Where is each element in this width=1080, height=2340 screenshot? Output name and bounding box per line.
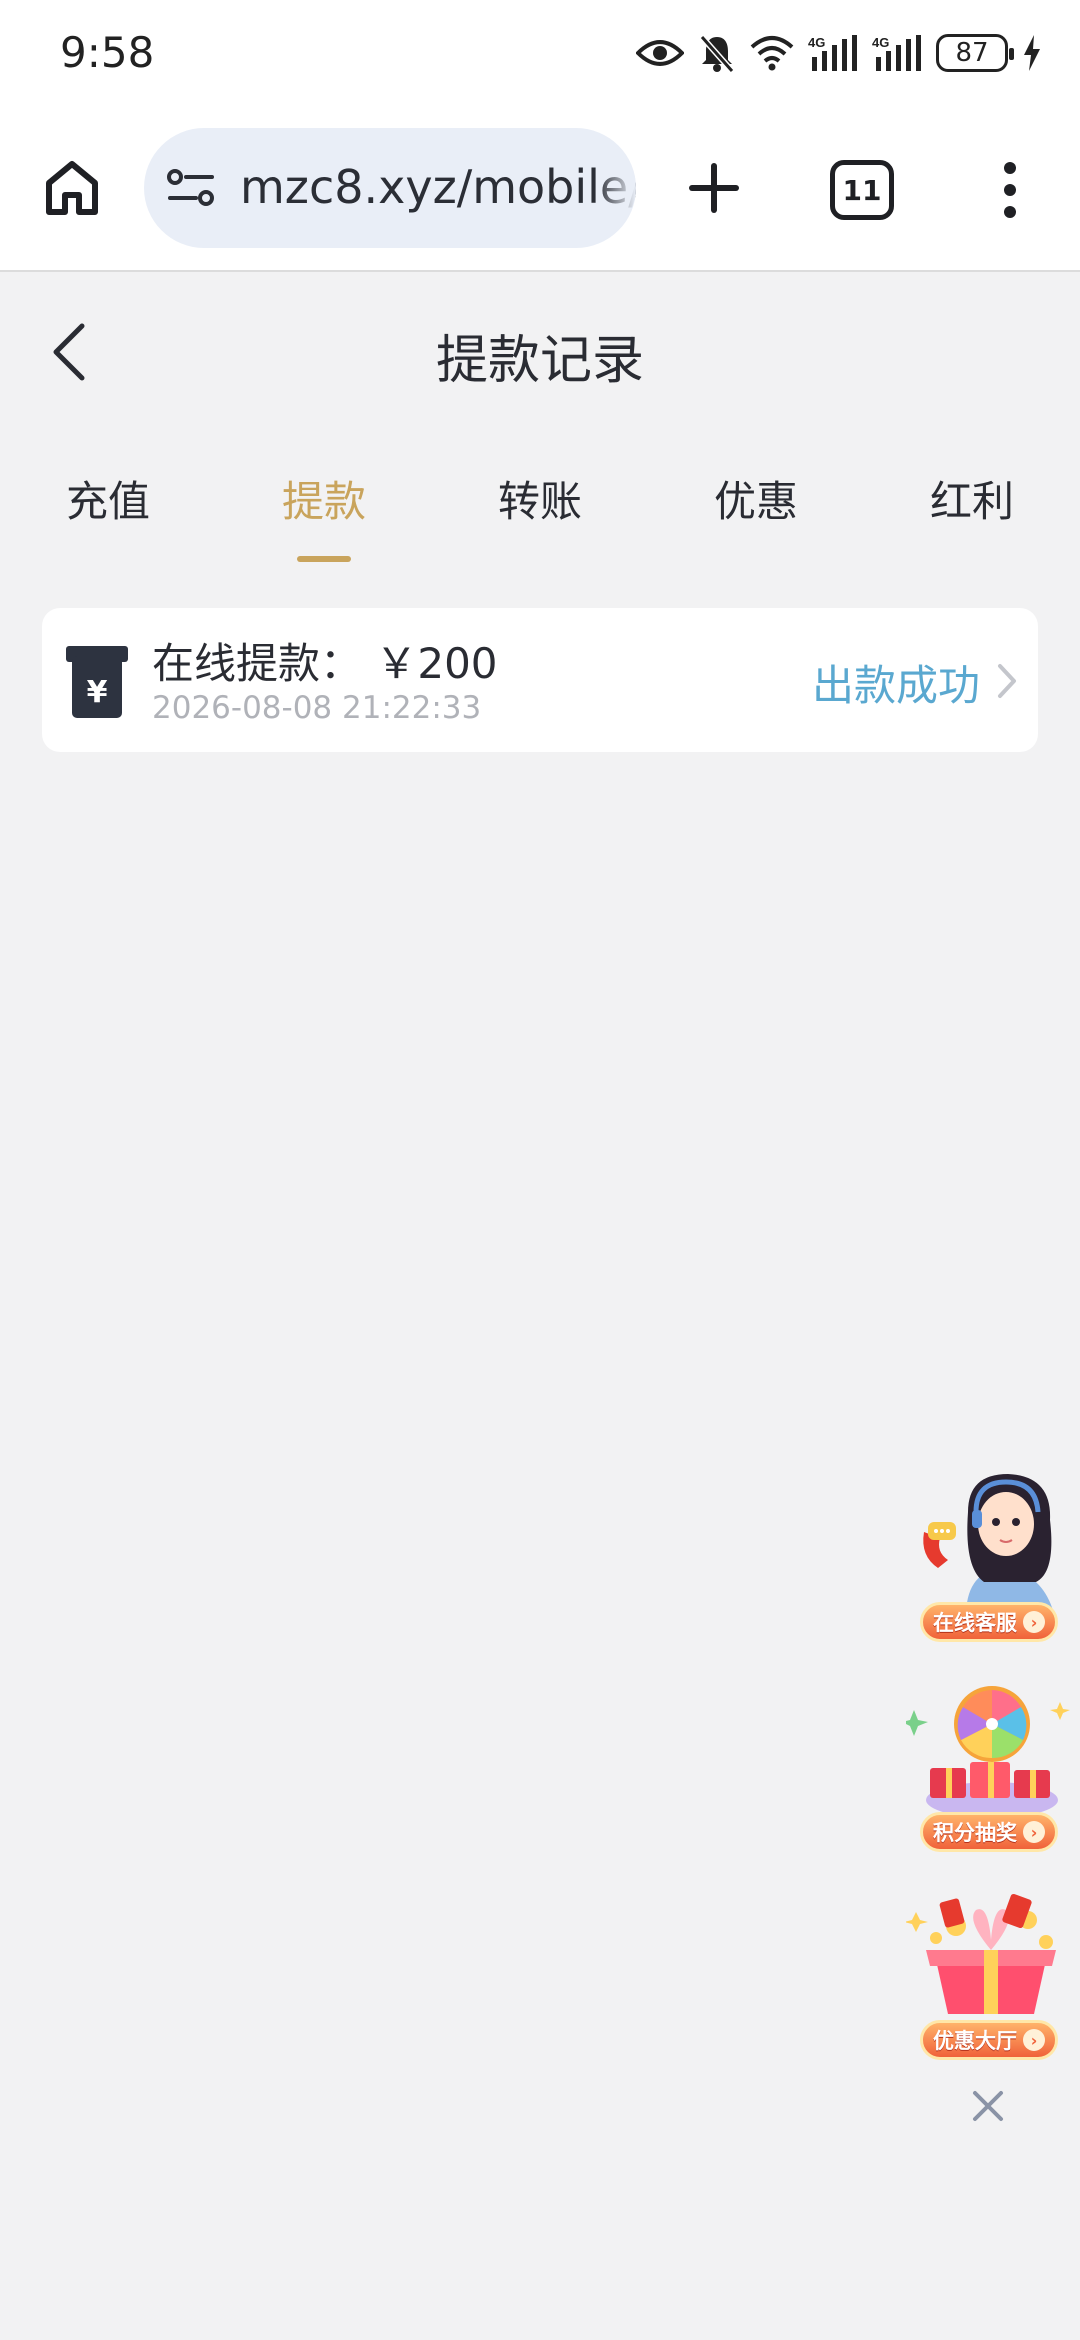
active-tab-indicator (297, 556, 351, 562)
charging-icon (1024, 35, 1040, 71)
bell-muted-icon (699, 35, 735, 73)
svg-text:¥: ¥ (87, 675, 108, 710)
record-title: 在线提款： ￥200 (152, 639, 498, 688)
menu-dot (1004, 162, 1016, 174)
home-icon (46, 161, 98, 215)
battery-icon: 87 (936, 34, 1014, 72)
chevron-right-icon (998, 664, 1016, 698)
status-icons: 4G 4G 87 (636, 30, 1042, 76)
address-bar[interactable]: mzc8.xyz/mobile/ (144, 128, 636, 248)
tab-recharge[interactable]: 充值 (28, 468, 188, 529)
status-badge: 出款成功 (811, 661, 980, 710)
points-lottery-widget[interactable]: 积分抽奖 › (906, 1682, 1076, 1852)
tab-switcher-button[interactable]: 11 (830, 160, 894, 220)
tab-bonus[interactable]: 红利 (892, 468, 1052, 529)
home-button[interactable] (38, 154, 106, 222)
url-text[interactable]: mzc8.xyz/mobile/ (240, 160, 636, 214)
record-time: 2026-08-08 21:22:33 (152, 690, 482, 726)
browser-toolbar: mzc8.xyz/mobile/ 11 (0, 110, 1080, 272)
record-tabs: 充值 提款 转账 优惠 红利 (0, 450, 1080, 570)
wifi-icon (750, 36, 794, 71)
new-tab-button[interactable] (680, 154, 748, 222)
tab-promotions[interactable]: 优惠 (676, 468, 836, 529)
site-settings-icon[interactable] (166, 168, 216, 208)
svg-text:4G: 4G (808, 35, 825, 50)
promotions-hall-button[interactable]: 优惠大厅 › (920, 2020, 1058, 2060)
customer-service-agent-icon (923, 1474, 1054, 1612)
promotions-hall-widget[interactable]: 优惠大厅 › (906, 1890, 1076, 2060)
eye-icon (636, 40, 684, 66)
gift-box-icon (906, 1893, 1056, 2014)
svg-text:4G: 4G (872, 35, 889, 50)
status-bar: 9:58 4G 4G 87 (0, 0, 1080, 110)
status-time: 9:58 (60, 28, 155, 77)
tab-transfer[interactable]: 转账 (460, 468, 620, 529)
page-header: 提款记录 (0, 274, 1080, 424)
plus-icon (689, 163, 739, 213)
arrow-right-icon: › (1023, 1611, 1045, 1633)
close-floating-button[interactable] (966, 2084, 1010, 2128)
url-fade (596, 128, 636, 248)
battery-level: 87 (955, 38, 989, 68)
page-title: 提款记录 (435, 331, 644, 391)
prize-wheel-icon (906, 1686, 1070, 1818)
list-item[interactable]: ¥ 在线提款： ￥200 2026-08-08 21:22:33 出款成功 (42, 608, 1038, 752)
menu-dot (1004, 206, 1016, 218)
points-lottery-button[interactable]: 积分抽奖 › (920, 1812, 1058, 1852)
promotions-hall-label: 优惠大厅 (933, 2029, 1017, 2053)
arrow-right-icon: › (1023, 2029, 1045, 2051)
close-icon (973, 2091, 1003, 2121)
arrow-right-icon: › (1023, 1821, 1045, 1843)
tab-count: 11 (842, 173, 882, 207)
withdraw-atm-icon: ¥ (66, 646, 128, 718)
signal-4g-icon: 4G (872, 35, 921, 71)
customer-service-label: 在线客服 (933, 1611, 1017, 1635)
more-menu-button[interactable] (990, 154, 1030, 226)
customer-service-widget[interactable]: 在线客服 › (906, 1472, 1076, 1642)
signal-4g-icon: 4G (808, 35, 857, 71)
tab-withdraw[interactable]: 提款 (244, 468, 404, 529)
menu-dot (1004, 184, 1016, 196)
points-lottery-label: 积分抽奖 (933, 1821, 1017, 1845)
customer-service-button[interactable]: 在线客服 › (920, 1602, 1058, 1642)
